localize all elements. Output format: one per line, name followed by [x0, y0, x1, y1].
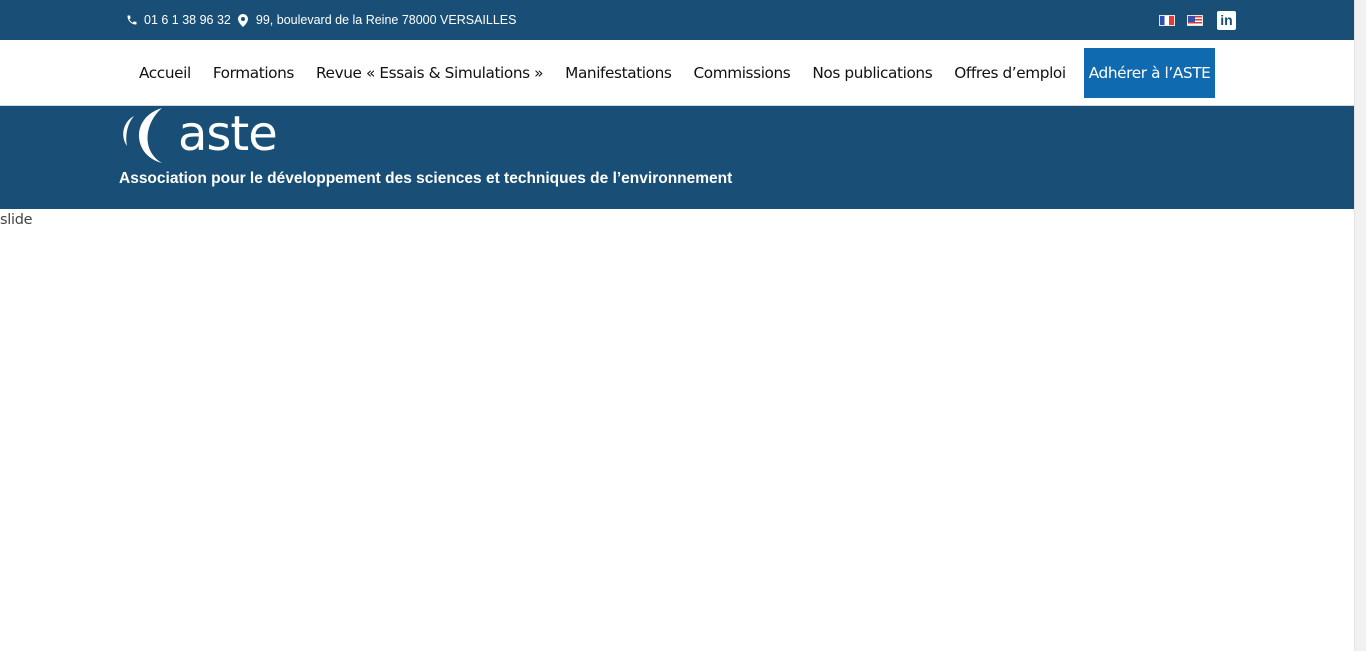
flag-fr-icon[interactable] — [1159, 14, 1175, 26]
phone-number[interactable]: 01 6 1 38 96 32 — [144, 13, 231, 27]
tagline: Association pour le développement des sc… — [119, 170, 733, 187]
location-pin-icon — [237, 13, 250, 27]
adherer-button[interactable]: Adhérer à l’ASTE — [1083, 48, 1216, 98]
flag-us-icon[interactable] — [1187, 14, 1203, 26]
logo-text: aste — [178, 106, 277, 162]
nav-item-revue[interactable]: Revue « Essais & Simulations » — [305, 48, 554, 98]
scrollbar[interactable] — [1354, 0, 1366, 651]
aste-logo[interactable]: aste — [120, 106, 300, 166]
phone-icon — [125, 14, 138, 27]
nav-item-accueil[interactable]: Accueil — [128, 48, 202, 98]
page: 01 6 1 38 96 32 99, boulevard de la Rein… — [0, 0, 1354, 651]
nav-item-commissions[interactable]: Commissions — [682, 48, 801, 98]
header-banner: aste Association pour le développement d… — [0, 106, 1354, 209]
main-nav: Accueil Formations Revue « Essais & Simu… — [0, 40, 1354, 106]
nav-item-formations[interactable]: Formations — [202, 48, 305, 98]
slide-placeholder: slide — [0, 212, 33, 228]
nav-item-manifestations[interactable]: Manifestations — [554, 48, 682, 98]
nav-item-offres-emploi[interactable]: Offres d’emploi — [943, 48, 1076, 98]
nav-item-publications[interactable]: Nos publications — [801, 48, 943, 98]
address: 99, boulevard de la Reine 78000 VERSAILL… — [255, 13, 517, 27]
top-bar: 01 6 1 38 96 32 99, boulevard de la Rein… — [0, 0, 1354, 40]
linkedin-icon[interactable]: in — [1217, 10, 1236, 30]
nav-menu: Accueil Formations Revue « Essais & Simu… — [128, 48, 1216, 98]
topbar-right: in — [1147, 0, 1236, 40]
contact-info: 01 6 1 38 96 32 99, boulevard de la Rein… — [125, 0, 523, 40]
